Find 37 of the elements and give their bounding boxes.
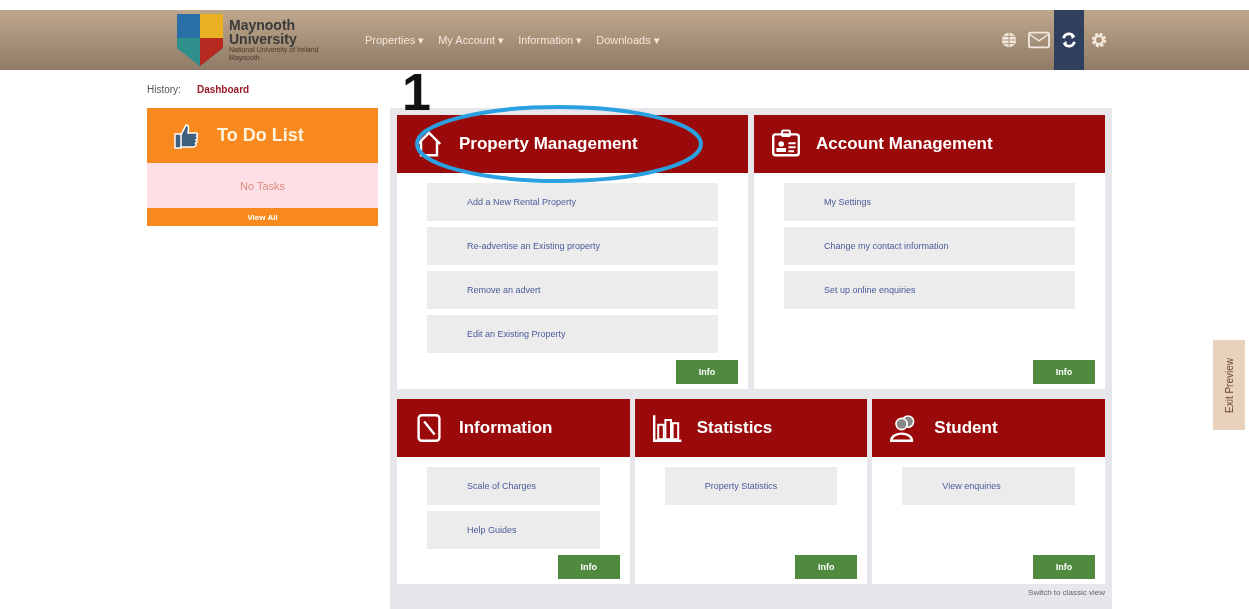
menu-link[interactable]: Add a New Rental Property xyxy=(427,183,718,221)
card-title: Property Management xyxy=(459,134,638,154)
menu-link[interactable]: My Settings xyxy=(784,183,1075,221)
menu-link[interactable]: Remove an advert xyxy=(427,271,718,309)
menu-link[interactable]: Set up online enquiries xyxy=(784,271,1075,309)
menu-link[interactable]: Help Guides xyxy=(427,511,600,549)
exit-preview-tab[interactable]: Exit Preview xyxy=(1213,340,1245,430)
panel-title: To Do List xyxy=(217,125,304,146)
logo-title: Maynooth xyxy=(229,18,296,33)
menu-link[interactable]: Property Statistics xyxy=(664,467,838,505)
card-title: Student xyxy=(934,418,998,438)
mail-icon xyxy=(1028,31,1050,49)
globe-icon xyxy=(1000,31,1018,49)
menu-link[interactable]: View enquiries xyxy=(902,467,1075,505)
bar-chart-icon xyxy=(650,412,683,444)
info-button[interactable]: Info xyxy=(557,555,620,579)
info-button[interactable]: Info xyxy=(1033,555,1095,579)
classic-view-link[interactable]: Switch to classic view xyxy=(1028,588,1105,597)
info-button[interactable]: Info xyxy=(1033,360,1095,384)
annotation-number: 1 xyxy=(402,66,431,118)
history-label: History: xyxy=(147,83,181,95)
sync-icon xyxy=(1060,31,1078,49)
settings-icon xyxy=(1090,31,1108,49)
menu-link[interactable]: Re-advertise an Existing property xyxy=(427,227,718,265)
menu-link[interactable]: Change my contact information xyxy=(784,227,1075,265)
menu-link[interactable]: Edit an Existing Property xyxy=(427,315,718,353)
toolbar-button[interactable] xyxy=(1054,10,1084,70)
card-title: Information xyxy=(459,418,553,438)
card-title: Account Management xyxy=(816,134,993,154)
card-title: Statistics xyxy=(696,418,773,438)
breadcrumb-link[interactable]: Dashboard xyxy=(196,83,250,95)
crest-logo-icon xyxy=(175,12,225,68)
info-button[interactable]: Info xyxy=(795,555,858,579)
empty-message: No Tasks xyxy=(239,179,285,192)
logo-subtitle: University xyxy=(229,32,297,47)
info-button[interactable]: Info xyxy=(676,360,738,384)
menu-link[interactable]: Scale of Charges xyxy=(427,467,600,505)
